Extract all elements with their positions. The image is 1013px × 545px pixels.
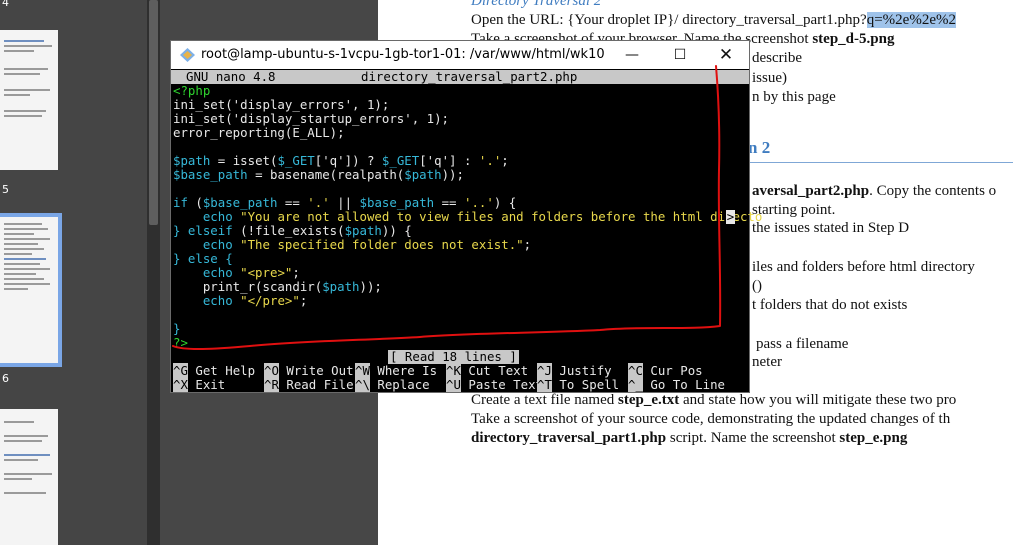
terminal-titlebar[interactable]: root@lamp-ubuntu-s-1vcpu-1gb-tor1-01: /v… — [171, 41, 749, 69]
minimize-button[interactable]: — — [609, 41, 655, 69]
doc-line-part2-copy: aversal_part2.php. Copy the contents o — [752, 183, 997, 199]
nano-editor[interactable]: GNU nano 4.8 directory_traversal_part2.p… — [171, 69, 763, 392]
code-line-2: ini_set('display_errors', 1); — [173, 97, 390, 112]
line-overflow-indicator: > — [726, 209, 735, 224]
doc-heading-rule — [735, 162, 1013, 163]
nano-filename: directory_traversal_part2.php — [361, 69, 578, 84]
shortcut-cut-text[interactable]: ^K Cut Text — [446, 363, 528, 378]
doc-line-describe: describe — [752, 50, 802, 66]
doc-line-folders-not-exist: t folders that do not exists — [752, 297, 908, 313]
code-line-7: $base_path = basename(realpath($path)); — [173, 167, 464, 182]
code-line-12: echo "The specified folder does not exis… — [173, 237, 532, 252]
code-line-4: error_reporting(E_ALL); — [173, 125, 345, 140]
code-line-15: print_r(scandir($path)); — [173, 279, 382, 294]
shortcut-where-is[interactable]: ^W Where Is — [355, 363, 437, 378]
shortcut-write-out[interactable]: ^O Write Out — [264, 363, 354, 378]
shortcut-justify[interactable]: ^J Justify — [537, 363, 612, 378]
doc-line-issue: issue) — [752, 70, 787, 86]
code-line-16: echo "</pre>"; — [173, 293, 308, 308]
shortcut-paste-text[interactable]: ^U Paste Text — [446, 377, 543, 392]
thumbnail-scrollbar-thumb[interactable] — [149, 0, 158, 225]
code-line-1: <?php — [173, 83, 211, 98]
page-thumbnail-6[interactable] — [0, 409, 58, 545]
shortcut-to-spell[interactable]: ^T To Spell — [537, 377, 619, 392]
code-line-9: if ($base_path == '.' || $base_path == '… — [173, 195, 517, 210]
page-number-4: 4 — [2, 0, 9, 9]
nano-status-message: [ Read 18 lines ] — [388, 349, 519, 364]
doc-line-part1-script: directory_traversal_part1.php script. Na… — [471, 430, 908, 446]
code-line-11: } elseif (!file_exists($path)) { — [173, 223, 412, 238]
doc-line-create-text-file: Create a text file named step_e.txt and … — [471, 392, 957, 408]
page-thumbnail-4[interactable] — [0, 30, 58, 170]
page-number-6: 6 — [2, 372, 9, 385]
doc-heading-directory-traversal-2: Directory Traversal 2 — [471, 0, 602, 9]
code-line-10: echo "You are not allowed to view files … — [173, 209, 763, 224]
doc-line-issues-step-d: the issues stated in Step D — [752, 220, 910, 236]
doc-highlighted-query: q=%2e%2e%2 — [866, 12, 956, 28]
thumbnail-pane: 4 5 6 — [0, 0, 150, 545]
shortcut-cur-pos[interactable]: ^C Cur Pos — [628, 363, 703, 378]
doc-line-take-screenshot-source: Take a screenshot of your source code, d… — [471, 411, 951, 427]
shortcut-read-file[interactable]: ^R Read File — [264, 377, 354, 392]
doc-line-parameter: neter — [752, 354, 782, 370]
terminal-window[interactable]: root@lamp-ubuntu-s-1vcpu-1gb-tor1-01: /v… — [170, 40, 763, 393]
code-line-13: } else { — [173, 251, 233, 266]
doc-line-files-folders: iles and folders before html directory — [752, 259, 975, 275]
doc-line-by-this-page: n by this page — [752, 89, 836, 105]
page-thumbnail-5-selected[interactable] — [0, 213, 62, 367]
maximize-button[interactable]: ☐ — [657, 41, 703, 69]
shortcut-exit[interactable]: ^X Exit — [173, 377, 225, 392]
doc-section-heading: n 2 — [748, 138, 771, 157]
close-button[interactable]: ✕ — [703, 41, 749, 69]
doc-line-open-url: Open the URL: {Your droplet IP}/ directo… — [471, 12, 956, 28]
code-line-14: echo "<pre>"; — [173, 265, 300, 280]
nano-header-bar: GNU nano 4.8 directory_traversal_part2.p… — [171, 70, 749, 84]
shortcut-get-help[interactable]: ^G Get Help — [173, 363, 255, 378]
code-line-3: ini_set('display_startup_errors', 1); — [173, 111, 450, 126]
page-number-5: 5 — [2, 183, 9, 196]
putty-icon — [180, 48, 195, 62]
terminal-title: root@lamp-ubuntu-s-1vcpu-1gb-tor1-01: /v… — [201, 47, 605, 62]
shortcut-replace[interactable]: ^\ Replace — [355, 377, 430, 392]
nano-version: GNU nano 4.8 — [186, 69, 276, 84]
shortcut-go-to-line[interactable]: ^_ Go To Line — [628, 377, 725, 392]
code-line-18: ?> — [173, 335, 188, 350]
doc-line-parens: () — [752, 278, 762, 294]
code-line-6: $path = isset($_GET['q']) ? $_GET['q'] :… — [173, 153, 509, 168]
doc-line-starting-point: starting point. — [752, 202, 836, 218]
code-line-17: } — [173, 321, 181, 336]
doc-line-pass-filename: pass a filename — [756, 336, 849, 352]
